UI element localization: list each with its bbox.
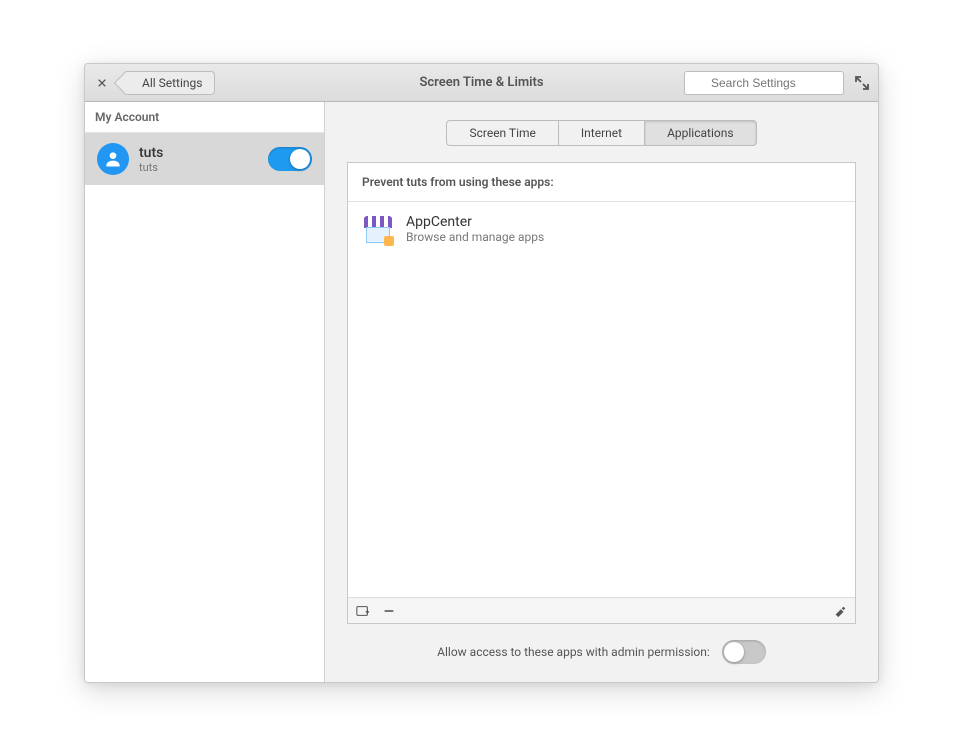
admin-access-row: Allow access to these apps with admin pe…: [347, 640, 856, 664]
account-row[interactable]: tuts tuts: [85, 133, 324, 185]
app-description: Browse and manage apps: [406, 230, 544, 244]
app-list: AppCenter Browse and manage apps: [348, 202, 855, 597]
page-title: Screen Time & Limits: [419, 75, 543, 90]
tabs: Screen Time Internet Applications: [446, 120, 756, 146]
maximize-icon[interactable]: [854, 75, 870, 91]
tab-applications[interactable]: Applications: [645, 120, 756, 146]
remove-app-icon[interactable]: [382, 604, 396, 618]
app-name: AppCenter: [406, 214, 544, 230]
back-all-settings-button[interactable]: All Settings: [123, 71, 215, 95]
admin-access-toggle[interactable]: [722, 640, 766, 664]
app-row[interactable]: AppCenter Browse and manage apps: [348, 202, 855, 258]
apps-panel: Prevent tuts from using these apps: AppC…: [347, 162, 856, 624]
account-toggle[interactable]: [268, 147, 312, 171]
avatar-icon: [97, 143, 129, 175]
sidebar-heading: My Account: [85, 102, 324, 133]
main-panel: Screen Time Internet Applications Preven…: [325, 102, 878, 682]
appcenter-icon: [362, 214, 394, 246]
clear-all-icon[interactable]: [833, 604, 847, 618]
add-app-icon[interactable]: [356, 604, 370, 618]
tab-screen-time[interactable]: Screen Time: [446, 120, 557, 146]
close-icon[interactable]: [93, 74, 111, 92]
app-text: AppCenter Browse and manage apps: [406, 214, 544, 244]
admin-access-label: Allow access to these apps with admin pe…: [437, 645, 710, 659]
titlebar: All Settings Screen Time & Limits: [85, 64, 878, 102]
content: My Account tuts tuts Screen Time Interne…: [85, 102, 878, 682]
account-name: tuts: [139, 145, 268, 161]
search-box: [684, 71, 844, 95]
settings-window: All Settings Screen Time & Limits My Acc…: [84, 63, 879, 683]
panel-footer: [348, 597, 855, 623]
account-text: tuts tuts: [139, 145, 268, 174]
tab-internet[interactable]: Internet: [558, 120, 645, 146]
back-label: All Settings: [142, 76, 202, 90]
search-input[interactable]: [684, 71, 844, 95]
sidebar: My Account tuts tuts: [85, 102, 325, 682]
account-subtitle: tuts: [139, 161, 268, 174]
panel-header: Prevent tuts from using these apps:: [348, 163, 855, 202]
